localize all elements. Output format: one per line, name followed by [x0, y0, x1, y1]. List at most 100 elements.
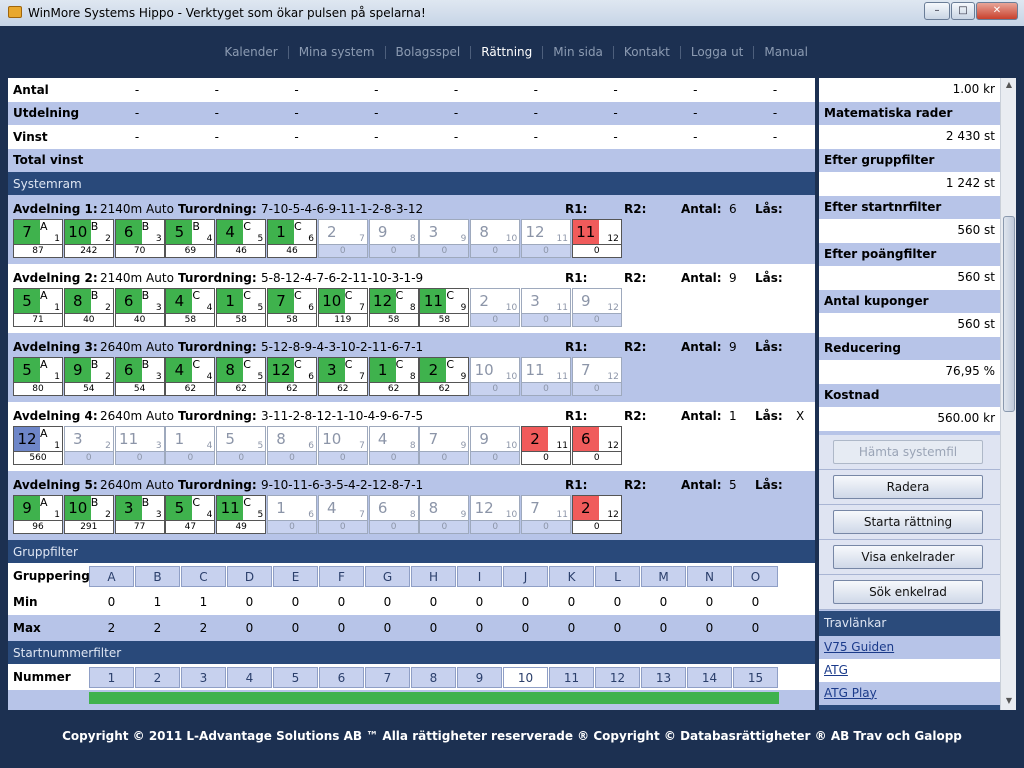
horse-cell[interactable]: 8 C 5 62	[216, 357, 267, 396]
max-value[interactable]: 0	[687, 621, 732, 635]
sidebar-button-0[interactable]: Hämta systemfil	[833, 439, 983, 464]
min-value[interactable]: 0	[641, 595, 686, 609]
min-value[interactable]: 1	[135, 595, 180, 609]
horse-cell[interactable]: 10 7 0	[317, 426, 368, 465]
horse-cell[interactable]: 4 C 4 62	[165, 357, 216, 396]
group-column-J[interactable]: J	[503, 566, 548, 587]
horse-cell[interactable]: 6 B 3 54	[114, 357, 165, 396]
horse-cell[interactable]: 3 11 0	[521, 288, 571, 327]
horse-cell[interactable]: 9 12 0	[571, 288, 622, 327]
start-number-column[interactable]: 8	[411, 667, 456, 688]
max-value[interactable]: 0	[411, 621, 456, 635]
sidebar-button-2[interactable]: Starta rättning	[833, 509, 983, 534]
start-number-column[interactable]: 6	[319, 667, 364, 688]
scroll-up-icon[interactable]: ▲	[1003, 80, 1015, 92]
group-column-I[interactable]: I	[457, 566, 502, 587]
horse-cell[interactable]: 10 C 7 119	[317, 288, 368, 327]
group-column-O[interactable]: O	[733, 566, 778, 587]
horse-cell[interactable]: 9 B 2 54	[63, 357, 114, 396]
travlank-link[interactable]: ATG Play	[819, 681, 1000, 705]
start-number-column[interactable]: 7	[365, 667, 410, 688]
group-column-B[interactable]: B	[135, 566, 180, 587]
group-column-L[interactable]: L	[595, 566, 640, 587]
min-value[interactable]: 0	[733, 595, 778, 609]
min-value[interactable]: 1	[181, 595, 226, 609]
max-value[interactable]: 0	[641, 621, 686, 635]
horse-cell[interactable]: 12 10 0	[470, 495, 521, 534]
nav-item-4[interactable]: Min sida	[542, 46, 613, 59]
sidebar-button-1[interactable]: Radera	[833, 474, 983, 499]
horse-cell[interactable]: 11 11 0	[521, 357, 571, 396]
min-value[interactable]: 0	[411, 595, 456, 609]
horse-cell[interactable]: 980	[368, 219, 419, 258]
horse-cell[interactable]: 12 C 6 62	[267, 357, 317, 396]
vertical-scrollbar[interactable]: ▲ ▼	[1000, 78, 1016, 710]
horse-cell[interactable]: 3 B 3 77	[114, 495, 165, 534]
max-value[interactable]: 0	[503, 621, 548, 635]
min-value[interactable]: 0	[503, 595, 548, 609]
horse-cell[interactable]: 140	[165, 426, 216, 465]
nav-item-3[interactable]: Rättning	[470, 46, 542, 59]
group-column-K[interactable]: K	[549, 566, 594, 587]
nav-item-7[interactable]: Manual	[753, 46, 818, 59]
minimize-button[interactable]: –	[924, 2, 950, 20]
start-number-column[interactable]: 1	[89, 667, 134, 688]
horse-cell[interactable]: 12 11 0	[521, 219, 571, 258]
horse-cell[interactable]: 860	[267, 426, 317, 465]
close-button[interactable]: ✕	[976, 2, 1018, 20]
horse-cell[interactable]: 160	[267, 495, 317, 534]
group-column-F[interactable]: F	[319, 566, 364, 587]
horse-cell[interactable]: 9 10 0	[470, 426, 521, 465]
min-value[interactable]: 0	[89, 595, 134, 609]
min-value[interactable]: 0	[365, 595, 410, 609]
horse-cell[interactable]: 790	[419, 426, 470, 465]
horse-cell[interactable]: 550	[216, 426, 267, 465]
horse-cell[interactable]: 11 3 0	[114, 426, 165, 465]
nav-item-0[interactable]: Kalender	[214, 46, 287, 59]
horse-cell[interactable]: 2 12 0	[571, 495, 622, 534]
nav-item-2[interactable]: Bolagsspel	[384, 46, 471, 59]
horse-cell[interactable]: 680	[368, 495, 419, 534]
horse-cell[interactable]: 6 B 3 40	[114, 288, 165, 327]
horse-cell[interactable]: 7 C 6 58	[267, 288, 317, 327]
horse-cell[interactable]: 6 12 0	[571, 426, 622, 465]
travlank-link[interactable]: ATG	[819, 658, 1000, 682]
horse-cell[interactable]: 11 C 5 49	[216, 495, 267, 534]
horse-cell[interactable]: 7 11 0	[521, 495, 571, 534]
horse-cell[interactable]: 1 C 8 62	[368, 357, 419, 396]
max-value[interactable]: 2	[135, 621, 180, 635]
scroll-down-icon[interactable]: ▼	[1003, 696, 1015, 708]
horse-cell[interactable]: 2 C 9 62	[419, 357, 470, 396]
max-value[interactable]: 0	[319, 621, 364, 635]
horse-cell[interactable]: 8 B 2 40	[63, 288, 114, 327]
horse-cell[interactable]: 5 C 4 47	[165, 495, 216, 534]
max-value[interactable]: 0	[733, 621, 778, 635]
min-value[interactable]: 0	[457, 595, 502, 609]
max-value[interactable]: 2	[181, 621, 226, 635]
min-value[interactable]: 0	[273, 595, 318, 609]
maximize-button[interactable]: □	[951, 2, 975, 20]
horse-cell[interactable]: 1 C 6 46	[267, 219, 317, 258]
horse-cell[interactable]: 5 B 4 69	[165, 219, 216, 258]
start-number-column[interactable]: 13	[641, 667, 686, 688]
horse-cell[interactable]: 270	[317, 219, 368, 258]
min-value[interactable]: 0	[549, 595, 594, 609]
group-column-E[interactable]: E	[273, 566, 318, 587]
group-column-G[interactable]: G	[365, 566, 410, 587]
group-column-D[interactable]: D	[227, 566, 272, 587]
max-value[interactable]: 0	[595, 621, 640, 635]
horse-cell[interactable]: 8 10 0	[470, 219, 521, 258]
horse-cell[interactable]: 12 C 8 58	[368, 288, 419, 327]
horse-cell[interactable]: 2 10 0	[470, 288, 521, 327]
horse-cell[interactable]: 390	[419, 219, 470, 258]
start-number-column[interactable]: 11	[549, 667, 594, 688]
horse-cell[interactable]: 470	[317, 495, 368, 534]
start-number-column[interactable]: 9	[457, 667, 502, 688]
group-column-N[interactable]: N	[687, 566, 732, 587]
start-number-column[interactable]: 3	[181, 667, 226, 688]
group-column-M[interactable]: M	[641, 566, 686, 587]
horse-cell[interactable]: 10 B 2 242	[63, 219, 114, 258]
group-column-A[interactable]: A	[89, 566, 134, 587]
max-value[interactable]: 0	[457, 621, 502, 635]
horse-cell[interactable]: 9 A 1 96	[13, 495, 63, 534]
